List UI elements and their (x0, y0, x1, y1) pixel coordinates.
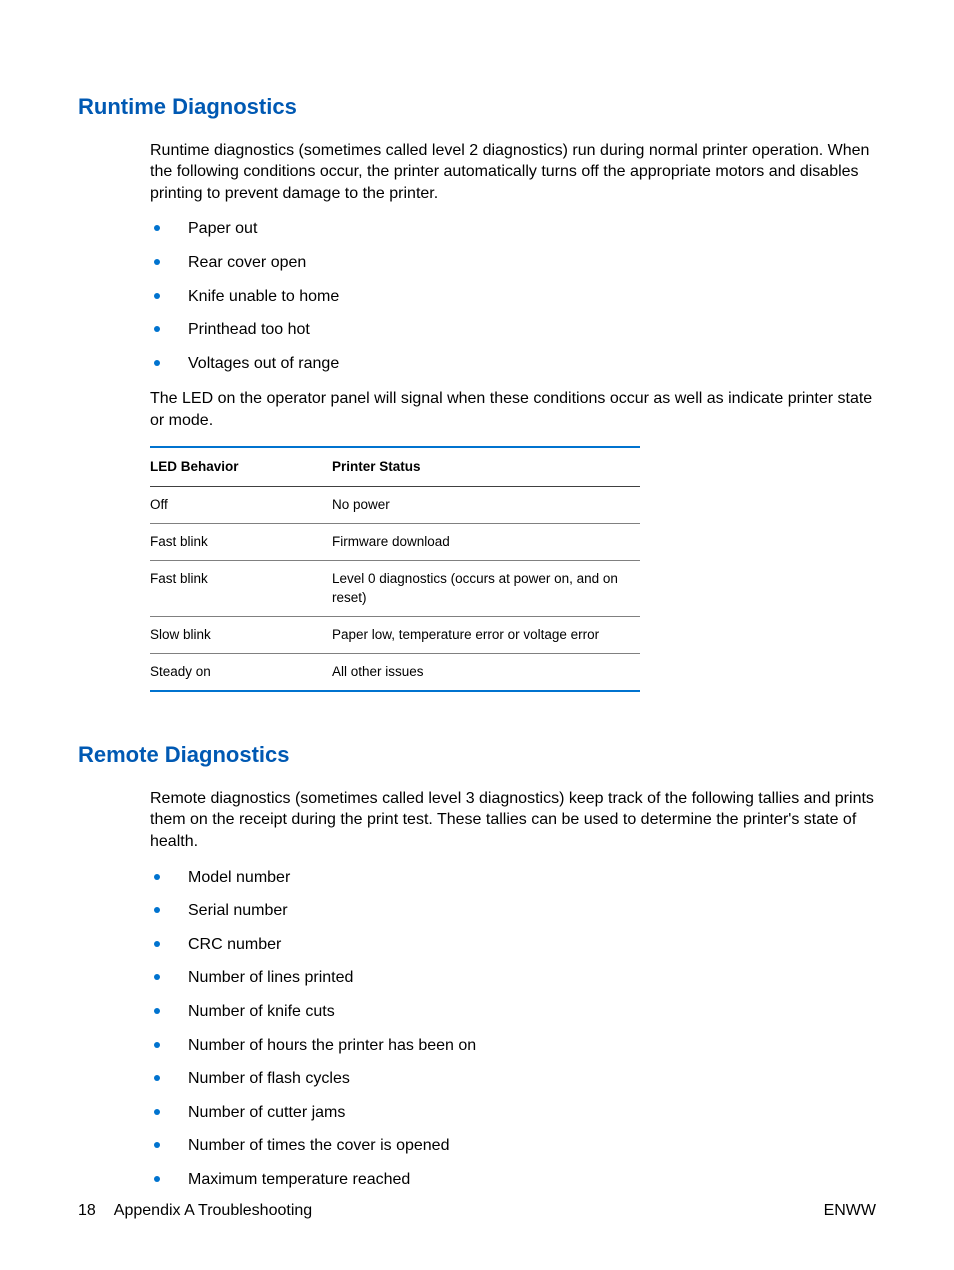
page-content: Runtime Diagnostics Runtime diagnostics … (0, 0, 954, 1191)
led-behavior-table: LED Behavior Printer Status Off No power… (150, 446, 640, 693)
section1-bullets: Paper out Rear cover open Knife unable t… (150, 218, 876, 374)
bullet-item: Paper out (150, 218, 876, 240)
bullet-item: Number of lines printed (150, 967, 876, 989)
bullet-item: Knife unable to home (150, 286, 876, 308)
bullet-item: Number of cutter jams (150, 1102, 876, 1124)
table-cell: Steady on (150, 653, 332, 691)
section2-intro: Remote diagnostics (sometimes called lev… (150, 788, 876, 853)
table-cell: Fast blink (150, 561, 332, 616)
bullet-item: Number of times the cover is opened (150, 1135, 876, 1157)
footer-right: ENWW (824, 1200, 876, 1222)
section1-body: Runtime diagnostics (sometimes called le… (150, 140, 876, 692)
section1-after: The LED on the operator panel will signa… (150, 388, 876, 431)
heading-remote-diagnostics: Remote Diagnostics (78, 740, 876, 770)
table-row: Slow blink Paper low, temperature error … (150, 616, 640, 653)
table-cell: Paper low, temperature error or voltage … (332, 616, 640, 653)
table-cell: Fast blink (150, 524, 332, 561)
section2-bullets: Model number Serial number CRC number Nu… (150, 867, 876, 1191)
section2-body: Remote diagnostics (sometimes called lev… (150, 788, 876, 1191)
bullet-item: Voltages out of range (150, 353, 876, 375)
table-row: Off No power (150, 486, 640, 523)
table-cell: Level 0 diagnostics (occurs at power on,… (332, 561, 640, 616)
table-cell: All other issues (332, 653, 640, 691)
bullet-item: Serial number (150, 900, 876, 922)
table-cell: Slow blink (150, 616, 332, 653)
table-header: Printer Status (332, 447, 640, 487)
bullet-item: Number of flash cycles (150, 1068, 876, 1090)
page-number: 18 (78, 1200, 96, 1222)
section1-intro: Runtime diagnostics (sometimes called le… (150, 140, 876, 205)
table-header: LED Behavior (150, 447, 332, 487)
bullet-item: Rear cover open (150, 252, 876, 274)
table-row: Fast blink Level 0 diagnostics (occurs a… (150, 561, 640, 616)
bullet-item: Printhead too hot (150, 319, 876, 341)
bullet-item: Number of knife cuts (150, 1001, 876, 1023)
footer-section-title: Appendix A Troubleshooting (114, 1200, 312, 1222)
table-cell: No power (332, 486, 640, 523)
bullet-item: Maximum temperature reached (150, 1169, 876, 1191)
heading-runtime-diagnostics: Runtime Diagnostics (78, 92, 876, 122)
bullet-item: Model number (150, 867, 876, 889)
page-footer: 18 Appendix A Troubleshooting ENWW (78, 1200, 876, 1222)
bullet-item: Number of hours the printer has been on (150, 1035, 876, 1057)
table-row: Fast blink Firmware download (150, 524, 640, 561)
table-cell: Off (150, 486, 332, 523)
table-row: Steady on All other issues (150, 653, 640, 691)
table-cell: Firmware download (332, 524, 640, 561)
bullet-item: CRC number (150, 934, 876, 956)
